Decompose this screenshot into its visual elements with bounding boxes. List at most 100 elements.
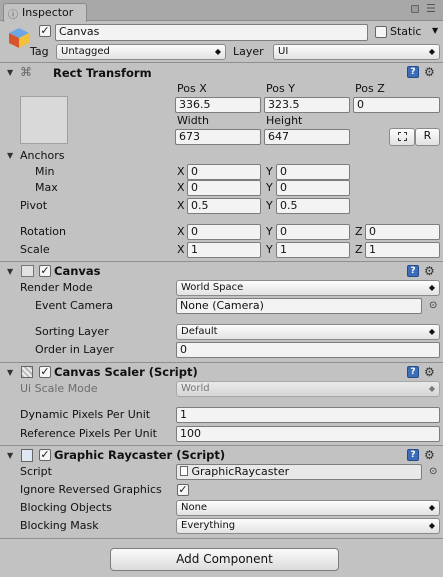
scale-label: Scale bbox=[20, 243, 50, 256]
render-mode-dropdown[interactable]: World Space ◆ bbox=[176, 280, 440, 296]
help-icon[interactable]: ? bbox=[407, 265, 419, 277]
inspector-icon: ⓘ bbox=[8, 10, 18, 21]
min-y-field[interactable]: 0 bbox=[276, 164, 350, 180]
raw-edit-button[interactable]: R bbox=[415, 128, 440, 146]
max-label: Max bbox=[35, 181, 58, 194]
pivot-x-axis: X bbox=[177, 199, 185, 212]
object-picker-icon[interactable]: ⊙ bbox=[429, 466, 437, 478]
tag-value: Untagged bbox=[61, 46, 110, 57]
gear-icon[interactable]: ⚙ bbox=[424, 449, 435, 461]
divider bbox=[0, 362, 443, 363]
canvas-scaler-enabled-checkbox[interactable]: ✓ bbox=[39, 366, 51, 378]
add-component-button[interactable]: Add Component bbox=[110, 548, 339, 571]
ignore-reversed-label: Ignore Reversed Graphics bbox=[20, 483, 162, 496]
canvas-scaler-icon bbox=[21, 366, 33, 378]
blocking-objects-label: Blocking Objects bbox=[20, 501, 112, 514]
scale-z-axis: Z bbox=[355, 243, 363, 256]
add-component-label: Add Component bbox=[176, 552, 273, 566]
tab-title: Inspector bbox=[22, 6, 74, 19]
collapse-triangle-icon[interactable]: ▼ bbox=[7, 449, 13, 463]
scale-z-field[interactable]: 1 bbox=[365, 242, 440, 258]
pivot-y-field[interactable]: 0.5 bbox=[276, 198, 350, 214]
blocking-objects-dropdown[interactable]: None ◆ bbox=[176, 500, 440, 516]
width-field[interactable]: 673 bbox=[175, 129, 261, 145]
width-label: Width bbox=[177, 114, 209, 127]
gear-icon[interactable]: ⚙ bbox=[424, 265, 435, 277]
rotation-x-field[interactable]: 0 bbox=[187, 224, 261, 240]
active-checkbox[interactable]: ✓ bbox=[39, 25, 51, 37]
anchor-presets-button[interactable] bbox=[20, 96, 68, 144]
canvas-icon bbox=[21, 265, 34, 277]
rot-x-axis: X bbox=[177, 225, 185, 238]
raycaster-enabled-checkbox[interactable]: ✓ bbox=[39, 449, 51, 461]
sorting-layer-label: Sorting Layer bbox=[35, 325, 109, 338]
dynamic-pixels-field[interactable]: 1 bbox=[176, 407, 440, 423]
cube-icon bbox=[7, 26, 31, 53]
scale-y-field[interactable]: 1 bbox=[276, 242, 350, 258]
menu-icon[interactable]: ☰ bbox=[426, 2, 436, 16]
object-name-field[interactable]: Canvas bbox=[55, 24, 368, 41]
tab-inspector[interactable]: ⓘ Inspector bbox=[3, 3, 87, 22]
script-value: GraphicRaycaster bbox=[191, 465, 290, 478]
min-y-axis: Y bbox=[266, 165, 273, 178]
reference-pixels-field[interactable]: 100 bbox=[176, 426, 440, 442]
raw-edit-label: R bbox=[423, 129, 432, 142]
rect-transform-icon: ⌘ bbox=[20, 65, 32, 79]
order-in-layer-label: Order in Layer bbox=[35, 343, 114, 356]
help-icon[interactable]: ? bbox=[407, 449, 419, 461]
scale-x-field[interactable]: 1 bbox=[187, 242, 261, 258]
static-label: Static bbox=[390, 25, 422, 38]
collapse-triangle-icon[interactable]: ▼ bbox=[7, 366, 13, 380]
pivot-y-axis: Y bbox=[266, 199, 273, 212]
min-x-field[interactable]: 0 bbox=[187, 164, 261, 180]
chevron-down-icon: ◆ bbox=[428, 327, 435, 336]
pos-x-label: Pos X bbox=[177, 82, 207, 95]
collapse-triangle-icon[interactable]: ▼ bbox=[7, 66, 13, 80]
sorting-layer-dropdown[interactable]: Default ◆ bbox=[176, 324, 440, 340]
static-checkbox[interactable] bbox=[375, 26, 387, 38]
anchors-triangle-icon[interactable]: ▼ bbox=[7, 149, 13, 163]
rotation-z-field[interactable]: 0 bbox=[365, 224, 440, 240]
scale-x-axis: X bbox=[177, 243, 185, 256]
lock-icon[interactable] bbox=[411, 5, 419, 13]
tag-dropdown[interactable]: Untagged ◆ bbox=[56, 44, 226, 60]
layer-value: UI bbox=[278, 46, 289, 57]
event-camera-field[interactable]: None (Camera) bbox=[176, 298, 422, 314]
canvas-enabled-checkbox[interactable]: ✓ bbox=[39, 265, 51, 277]
help-icon[interactable]: ? bbox=[407, 366, 419, 378]
rotation-y-field[interactable]: 0 bbox=[276, 224, 350, 240]
chevron-down-icon: ◆ bbox=[428, 521, 435, 530]
ignore-reversed-checkbox[interactable]: ✓ bbox=[177, 484, 189, 496]
order-in-layer-field[interactable]: 0 bbox=[176, 342, 440, 358]
static-dropdown-icon[interactable]: ▼ bbox=[432, 26, 438, 35]
help-icon[interactable]: ? bbox=[407, 66, 419, 78]
chevron-down-icon: ◆ bbox=[428, 384, 435, 393]
ui-scale-mode-value: World bbox=[181, 383, 210, 394]
script-label: Script bbox=[20, 465, 52, 478]
collapse-triangle-icon[interactable]: ▼ bbox=[7, 265, 13, 279]
max-x-field[interactable]: 0 bbox=[187, 180, 261, 196]
blocking-mask-dropdown[interactable]: Everything ◆ bbox=[176, 518, 440, 534]
pos-z-label: Pos Z bbox=[355, 82, 385, 95]
pos-y-field[interactable]: 323.5 bbox=[264, 97, 350, 113]
blocking-objects-value: None bbox=[181, 502, 208, 513]
canvas-title: Canvas bbox=[54, 264, 101, 278]
layer-dropdown[interactable]: UI ◆ bbox=[273, 44, 440, 60]
divider bbox=[0, 261, 443, 262]
blueprint-mode-button[interactable] bbox=[389, 128, 415, 146]
height-label: Height bbox=[266, 114, 303, 127]
sorting-layer-value: Default bbox=[181, 326, 218, 337]
dynamic-pixels-label: Dynamic Pixels Per Unit bbox=[20, 408, 151, 421]
pos-z-field[interactable]: 0 bbox=[353, 97, 440, 113]
anchors-label: Anchors bbox=[20, 149, 65, 162]
divider bbox=[0, 538, 443, 539]
pivot-x-field[interactable]: 0.5 bbox=[187, 198, 261, 214]
gear-icon[interactable]: ⚙ bbox=[424, 366, 435, 378]
script-field[interactable]: GraphicRaycaster bbox=[176, 464, 422, 480]
max-y-field[interactable]: 0 bbox=[276, 180, 350, 196]
object-picker-icon[interactable]: ⊙ bbox=[429, 300, 437, 312]
gear-icon[interactable]: ⚙ bbox=[424, 66, 435, 78]
pivot-label: Pivot bbox=[20, 199, 48, 212]
pos-x-field[interactable]: 336.5 bbox=[175, 97, 261, 113]
height-field[interactable]: 647 bbox=[264, 129, 350, 145]
